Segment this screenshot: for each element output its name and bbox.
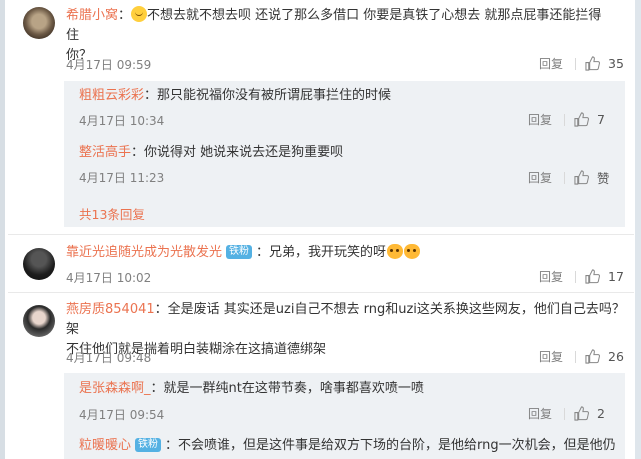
cat-emoji-icon	[404, 244, 421, 259]
cat-emoji-icon	[387, 244, 404, 259]
reply-username[interactable]: 粗粗云彩彩	[79, 88, 144, 103]
thumbs-up-icon[interactable]	[574, 112, 590, 127]
reply-username[interactable]: 整活高手	[79, 145, 131, 160]
left-edge	[0, 0, 5, 459]
like-count: 赞	[597, 171, 610, 186]
comment-actions: 回复 17	[539, 268, 624, 285]
reply-actions: 回复 7	[528, 111, 605, 128]
fan-badge: 铁粉	[226, 245, 253, 259]
comment-username[interactable]: 靠近光追随光成为光散发光	[66, 245, 222, 260]
thumbs-up-icon[interactable]	[574, 170, 590, 185]
comment-username[interactable]: 燕房质854041	[66, 302, 155, 317]
divider	[8, 234, 634, 235]
reply-text: 是张森森啊_：就是一群纯nt在这带节奏，啥事都喜欢喷一喷	[79, 381, 424, 396]
like-count: 7	[597, 112, 605, 127]
divider	[564, 113, 566, 126]
reply-text: 整活高手：你说得对 她说来说去还是狗重要呗	[79, 145, 344, 160]
avatar[interactable]	[23, 7, 55, 39]
like-count: 17	[608, 269, 624, 284]
divider	[575, 350, 577, 363]
divider	[564, 407, 566, 420]
divider	[575, 57, 577, 70]
comment-timestamp: 4月17日 09:59	[66, 58, 152, 72]
more-replies-link[interactable]: 共13条回复	[79, 204, 145, 223]
reply-button[interactable]: 回复	[528, 405, 552, 422]
avatar[interactable]	[23, 305, 55, 337]
avatar[interactable]	[23, 248, 55, 280]
comment-text: 靠近光追随光成为光散发光 铁粉 ：兄弟，我开玩笑的呀	[66, 243, 611, 263]
reply-button[interactable]: 回复	[539, 55, 563, 72]
reply-timestamp: 4月17日 11:23	[79, 171, 165, 185]
thumbs-up-icon[interactable]	[585, 349, 601, 364]
reply-text: 粒暖暖心 铁粉 ：不会喷谁，但是这件事是给双方下场的台阶，是他给rng一次机会，但是…	[79, 438, 616, 453]
reply-actions: 回复 赞	[528, 168, 610, 187]
comment-actions: 回复 26	[539, 348, 624, 365]
divider	[575, 270, 577, 283]
reply-button[interactable]: 回复	[539, 268, 563, 285]
comment-username[interactable]: 希腊小窝	[66, 8, 118, 23]
fan-badge: 铁粉	[135, 438, 162, 452]
reply-timestamp: 4月17日 10:34	[79, 114, 165, 128]
like-count: 2	[597, 406, 605, 421]
divider	[8, 292, 634, 293]
reply-button[interactable]: 回复	[539, 348, 563, 365]
right-scrollbar[interactable]	[635, 0, 641, 459]
thumbs-up-icon[interactable]	[585, 269, 601, 284]
reply-text: 粗粗云彩彩：那只能祝福你没有被所谓屁事拦住的时候	[79, 88, 392, 103]
comment-timestamp: 4月17日 09:48	[66, 351, 152, 365]
comment-timestamp: 4月17日 10:02	[66, 271, 152, 285]
reply-button[interactable]: 回复	[528, 169, 552, 186]
reply-timestamp: 4月17日 09:54	[79, 408, 165, 422]
thumbs-up-icon[interactable]	[574, 406, 590, 421]
like-count: 35	[608, 56, 624, 71]
comment-actions: 回复 35	[539, 55, 624, 72]
smile-emoji-icon	[131, 6, 148, 22]
reply-username[interactable]: 是张森森啊_	[79, 381, 151, 396]
reply-button[interactable]: 回复	[528, 111, 552, 128]
reply-actions: 回复 2	[528, 405, 605, 422]
divider	[564, 171, 566, 184]
reply-username[interactable]: 粒暖暖心	[79, 438, 131, 453]
like-count: 26	[608, 349, 624, 364]
thumbs-up-icon[interactable]	[585, 56, 601, 71]
